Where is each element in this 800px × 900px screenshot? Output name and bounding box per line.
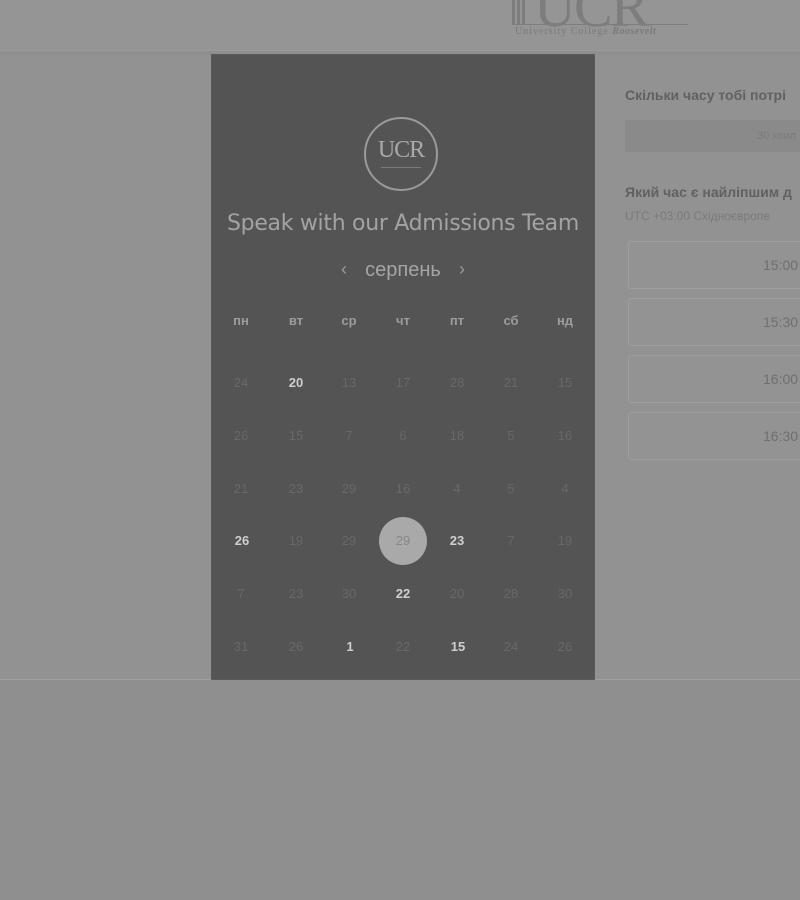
calendar-title: Speak with our Admissions Team xyxy=(226,211,579,236)
calendar-logo-underline xyxy=(366,167,436,169)
brand-divider xyxy=(512,24,688,25)
calendar-panel: UCR Speak with our Admissions Team ‹ сер… xyxy=(212,55,594,679)
calendar-day-available[interactable]: 1 xyxy=(326,623,374,671)
calendar-day: 5 xyxy=(507,428,515,443)
month-label: серпень xyxy=(365,259,441,281)
calendar-day: 26 xyxy=(288,639,304,654)
calendar-day: 7 xyxy=(345,428,353,443)
weekday-label: пн xyxy=(233,313,249,328)
calendar-day-available[interactable]: 26 xyxy=(218,517,266,565)
weekday-label: сб xyxy=(503,313,519,328)
calendar-day: 20 xyxy=(449,586,465,601)
calendar-day-selected[interactable]: 29 xyxy=(379,517,427,565)
calendar-day-available[interactable]: 23 xyxy=(433,517,481,565)
calendar-day: 15 xyxy=(288,428,304,443)
calendar-day: 13 xyxy=(341,375,357,390)
next-month-chevron-icon[interactable]: › xyxy=(452,257,472,283)
calendar-day: 19 xyxy=(557,533,573,548)
calendar-day: 4 xyxy=(453,481,461,496)
calendar-day: 26 xyxy=(557,639,573,654)
calendar-day: 15 xyxy=(557,375,573,390)
tower-icon xyxy=(512,0,525,24)
calendar-day: 21 xyxy=(503,375,519,390)
calendar-day: 30 xyxy=(557,586,573,601)
weekday-label: нд xyxy=(556,313,574,328)
calendar-day: 16 xyxy=(395,481,411,496)
calendar-day: 7 xyxy=(237,586,245,601)
weekday-label: вт xyxy=(288,313,304,328)
calendar-day: 22 xyxy=(395,639,411,654)
duration-question: Скільки часу тобі потрі xyxy=(625,87,786,103)
calendar-day: 23 xyxy=(288,481,304,496)
weekday-label: пт xyxy=(449,313,465,328)
brand-tagline-suffix: Roosevelt xyxy=(612,26,657,37)
brand-tagline: University College Roosevelt xyxy=(515,26,656,37)
time-slot-button[interactable]: 15:30 xyxy=(628,298,800,346)
month-navigation: ‹ серпень › xyxy=(212,257,594,283)
booking-options: Скільки часу тобі потрі 30 хвил Який час… xyxy=(625,55,800,679)
weekday-label: чт xyxy=(396,313,410,328)
booking-page: UCR University College Roosevelt UCR Spe… xyxy=(0,0,800,900)
calendar-day-available[interactable]: 20 xyxy=(272,359,320,407)
weekday-label: ср xyxy=(341,313,357,328)
calendar-logo: UCR xyxy=(364,117,438,191)
calendar-day: 23 xyxy=(288,586,304,601)
time-question: Який час є найліпшим д xyxy=(625,184,792,200)
weekday-header: пн вт ср чт пт сб нд xyxy=(212,313,594,333)
calendar-day: 29 xyxy=(341,533,357,548)
calendar-day-available[interactable]: 15 xyxy=(434,623,482,671)
calendar-day: 26 xyxy=(233,428,249,443)
calendar-day-available[interactable]: 22 xyxy=(379,570,427,618)
calendar-day: 31 xyxy=(233,639,249,654)
calendar-day: 28 xyxy=(503,586,519,601)
time-slot-button[interactable]: 15:00 xyxy=(628,241,800,289)
time-slot-button[interactable]: 16:00 xyxy=(628,355,800,403)
calendar-day: 17 xyxy=(395,375,411,390)
calendar-day: 19 xyxy=(288,533,304,548)
calendar-day: 29 xyxy=(341,481,357,496)
calendar-day: 24 xyxy=(503,639,519,654)
calendar-day: 24 xyxy=(233,375,249,390)
calendar-day: 6 xyxy=(399,428,407,443)
calendar-day: 21 xyxy=(233,481,249,496)
prev-month-chevron-icon[interactable]: ‹ xyxy=(334,257,354,283)
calendar-day: 16 xyxy=(557,428,573,443)
calendar-day: 30 xyxy=(341,586,357,601)
timezone-selector[interactable]: UTC +03:00 Східноєвропе xyxy=(625,209,770,223)
calendar-day: 28 xyxy=(449,375,465,390)
calendar-day: 5 xyxy=(507,481,515,496)
calendar-logo-text: UCR xyxy=(377,137,425,163)
site-header: UCR University College Roosevelt xyxy=(0,0,800,51)
calendar-day: 18 xyxy=(449,428,465,443)
time-slot-button[interactable]: 16:30 xyxy=(628,412,800,460)
calendar-day: 4 xyxy=(561,481,569,496)
ucr-logo[interactable]: UCR University College Roosevelt xyxy=(508,0,698,42)
brand-tagline-prefix: University College xyxy=(515,26,609,37)
calendar-day: 7 xyxy=(507,533,515,548)
duration-select[interactable]: 30 хвил xyxy=(625,120,800,152)
